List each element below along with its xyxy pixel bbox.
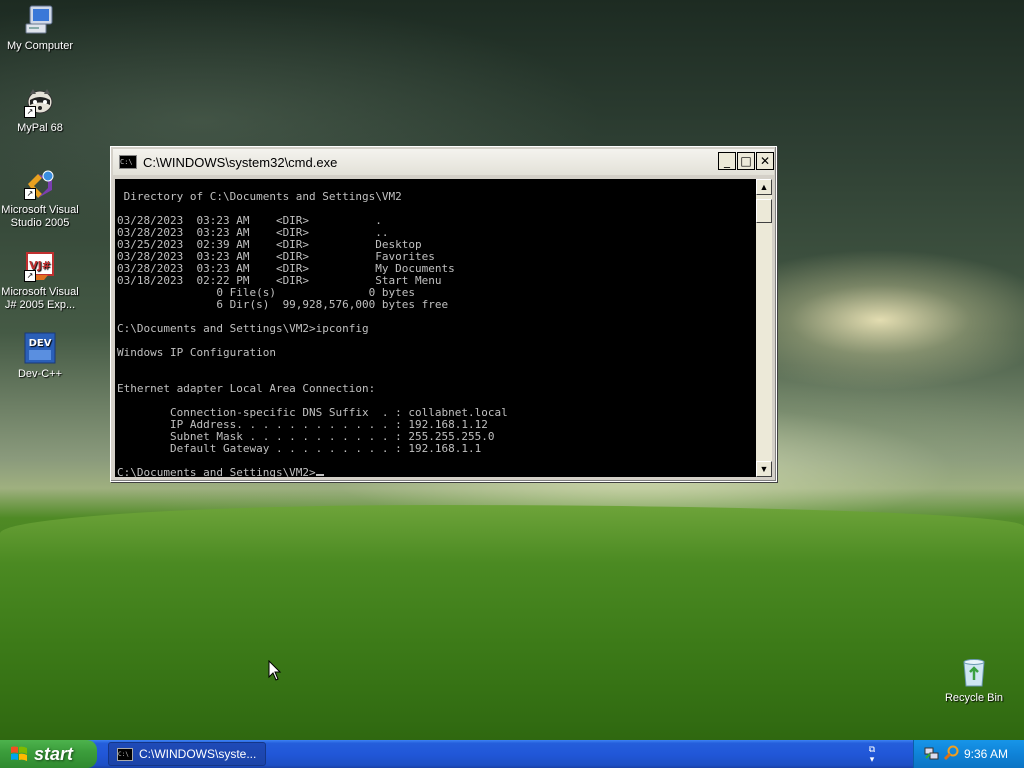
desktop-icon-label: My Computer [6,40,74,52]
scrollbar-thumb[interactable] [756,199,772,223]
minimize-button[interactable]: _ [718,152,736,170]
cmd-window[interactable]: C:\ C:\WINDOWS\system32\cmd.exe _ □ ✕ Di… [110,146,777,482]
desktop-icon-label: Dev-C++ [17,368,63,380]
console-line: C:\Documents and Settings\VM2>ipconfig [117,322,369,335]
console-text: Directory of C:\Documents and Settings\V… [117,179,508,478]
recycle-bin-icon [958,656,990,688]
system-tray: 9:36 AM [913,740,1024,768]
shortcut-arrow-icon: ↗ [24,188,36,200]
windows-logo-icon [10,745,28,763]
wallpaper-hills [0,505,1024,740]
text-cursor [315,474,324,476]
desktop-icon-dev-cpp[interactable]: DEV Dev-C++ [0,332,80,381]
desktop-icon-recycle-bin[interactable]: Recycle Bin [934,656,1014,705]
network-icon[interactable] [924,745,940,761]
desktop-icon-label: Microsoft Visual J# 2005 Exp... [1,286,79,311]
svg-text:DEV: DEV [29,338,52,349]
console-prompt[interactable]: C:\Documents and Settings\VM2> [117,467,508,477]
close-button[interactable]: ✕ [756,152,774,170]
visual-jsharp-icon: VJ# ↗ [24,250,56,282]
desktop-icon-label: Recycle Bin [944,692,1004,704]
scroll-down-arrow-icon[interactable]: ▼ [756,461,772,477]
cmd-window-title: C:\WINDOWS\system32\cmd.exe [143,154,338,170]
console-scrollbar[interactable]: ▲ ▼ [756,179,772,477]
desktop-icon-visual-jsharp[interactable]: VJ# ↗ Microsoft Visual J# 2005 Exp... [0,250,80,312]
clock[interactable]: 9:36 AM [964,747,1008,761]
raccoon-icon: ↗ [24,86,56,118]
mouse-pointer-icon [268,660,282,681]
dev-cpp-icon: DEV [24,332,56,364]
desktop-icon-mypal[interactable]: ↗ MyPal 68 [0,86,80,135]
desktop-icon-label: Microsoft Visual Studio 2005 [1,204,79,229]
my-computer-icon [24,4,56,36]
search-icon[interactable] [944,745,960,761]
maximize-button[interactable]: □ [737,152,755,170]
desktop-icon-label: MyPal 68 [17,122,63,134]
desktop-icon-visual-studio[interactable]: ↗ Microsoft Visual Studio 2005 [0,168,80,230]
console-prompt-text: C:\Documents and Settings\VM2> [117,466,316,478]
scroll-up-arrow-icon[interactable]: ▲ [756,179,772,195]
console-line: Windows IP Configuration [117,346,276,359]
start-button[interactable]: start [0,740,97,768]
taskbar: start C:\ C:\WINDOWS\syste... ⧉ ▾ 9:36 AM [0,740,1024,768]
shortcut-arrow-icon: ↗ [24,270,36,282]
console-line: Directory of C:\Documents and Settings\V… [117,190,402,203]
console-line: 6 Dir(s) 99,928,576,000 bytes free [117,298,449,311]
shortcut-arrow-icon: ↗ [24,106,36,118]
cmd-app-icon: C:\ [119,155,137,169]
visual-studio-icon: ↗ [24,168,56,200]
cmd-app-icon: C:\ [117,747,133,761]
tray-expand-icon[interactable]: ⧉ ▾ [866,744,878,764]
console-line: Default Gateway . . . . . . . . . : 192.… [117,442,482,455]
taskbar-item-label: C:\WINDOWS\syste... [139,747,257,761]
console-output[interactable]: Directory of C:\Documents and Settings\V… [115,179,758,477]
desktop-icon-my-computer[interactable]: My Computer [0,4,80,53]
console-line: Ethernet adapter Local Area Connection: [117,382,376,395]
start-label: start [34,743,74,764]
cmd-titlebar[interactable]: C:\ C:\WINDOWS\system32\cmd.exe _ □ ✕ [113,149,774,175]
taskbar-item-cmd[interactable]: C:\ C:\WINDOWS\syste... [108,742,266,766]
